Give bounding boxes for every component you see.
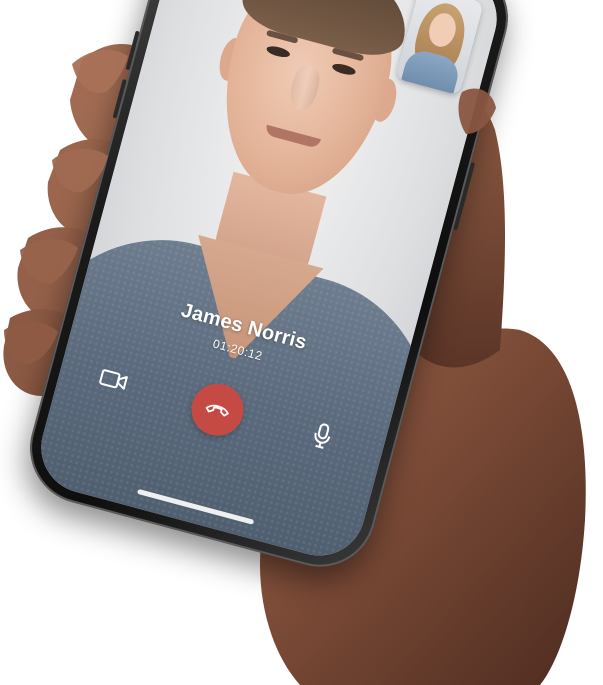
- microphone-icon: [314, 423, 331, 449]
- video-camera-icon: [99, 369, 128, 390]
- mute-microphone-button[interactable]: [298, 413, 346, 458]
- end-call-button[interactable]: [185, 377, 250, 442]
- phone-hangup-icon: [205, 404, 229, 417]
- toggle-video-button[interactable]: [90, 357, 138, 402]
- stage: James Norris 01:20:12: [0, 0, 603, 685]
